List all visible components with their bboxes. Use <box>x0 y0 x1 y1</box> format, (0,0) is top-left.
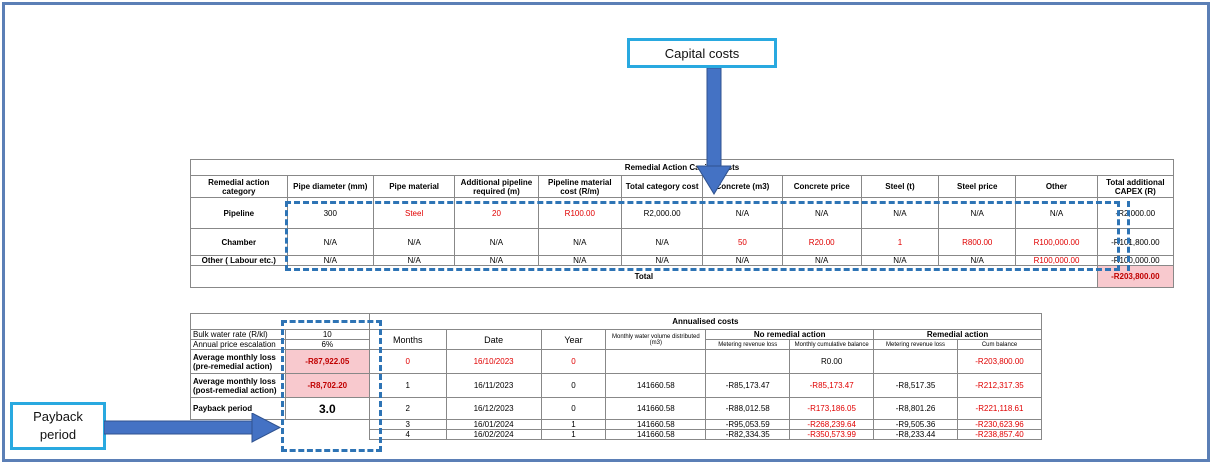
cell: 141660.58 <box>605 429 707 440</box>
payback-arrow <box>104 413 282 443</box>
cell: 16/12/2023 <box>445 397 542 420</box>
cell: -R8,801.26 <box>873 397 958 420</box>
cell: -R238,857.40 <box>957 429 1042 440</box>
cell: -R230,623.96 <box>957 419 1042 430</box>
cell <box>873 349 958 374</box>
cell: -R173,186.05 <box>789 397 875 420</box>
cell: -R268,239.64 <box>789 419 875 430</box>
cell: Other ( Labour etc.) <box>190 255 288 266</box>
col-header: Steel (t) <box>860 175 940 198</box>
col-header: Year <box>540 329 607 350</box>
cell: 16/02/2024 <box>445 429 542 440</box>
sub-header: Metering revenue loss <box>873 339 958 350</box>
cell: Pipeline <box>190 197 288 229</box>
sub-header: Monthly cumulative balance <box>789 339 875 350</box>
input-label: Annual price escalation <box>190 339 286 350</box>
sub-header: Cum balance <box>957 339 1042 350</box>
cell: 16/01/2024 <box>445 419 542 430</box>
cell: -R212,317.35 <box>957 373 1042 398</box>
group-header: Remedial action <box>873 329 1042 340</box>
cell <box>705 349 791 374</box>
cell: -R9,505.36 <box>873 419 958 430</box>
cell: -R350,573.99 <box>789 429 875 440</box>
cell: -R85,173.47 <box>789 373 875 398</box>
input-label: Bulk water rate (R/kl) <box>190 329 286 340</box>
cell: -R8,517.35 <box>873 373 958 398</box>
cell: 0 <box>540 349 607 374</box>
capital-costs-callout-text: Capital costs <box>664 45 740 61</box>
cell: 141660.58 <box>605 397 707 420</box>
cell: -R8,233.44 <box>873 429 958 440</box>
cell: 16/11/2023 <box>445 373 542 398</box>
col-header: Total category cost <box>620 175 704 198</box>
capital-costs-callout: Capital costs <box>627 38 777 68</box>
cell: 0 <box>540 397 607 420</box>
annual-highlight-box <box>281 320 382 452</box>
capex-highlight-box <box>285 201 1120 271</box>
col-header: Additional pipeline required (m) <box>454 175 539 198</box>
cell: R0.00 <box>789 349 875 374</box>
cell: 141660.58 <box>605 373 707 398</box>
col-header: Concrete price <box>781 175 862 198</box>
cell: -R85,173.47 <box>705 373 791 398</box>
cell: -R95,053.59 <box>705 419 791 430</box>
annual-title: Annualised costs <box>368 313 1043 330</box>
col-header: Other <box>1015 175 1098 198</box>
capital-arrow <box>697 68 731 195</box>
cell: -R221,118.61 <box>957 397 1042 420</box>
col-header: Monthly water volume distributed (m3) <box>605 329 707 350</box>
cell: -R203,800.00 <box>957 349 1042 374</box>
loss-pre-label: Average monthly loss (pre-remedial actio… <box>190 349 286 374</box>
cell: Chamber <box>190 228 288 256</box>
cell: 16/10/2023 <box>445 349 542 374</box>
cell: 0 <box>540 373 607 398</box>
payback-callout-text: Payback period <box>33 409 83 442</box>
capex-total-highlight-box <box>1127 201 1131 271</box>
payback-callout: Payback period <box>10 402 106 450</box>
capex-header-row: Remedial action category Pipe diameter (… <box>190 175 1175 198</box>
col-header: Total additional CAPEX (R) <box>1096 175 1175 198</box>
sub-header: Metering revenue loss <box>705 339 791 350</box>
col-header: Pipe diameter (mm) <box>286 175 374 198</box>
cell: 141660.58 <box>605 419 707 430</box>
cell <box>605 349 707 374</box>
capex-title: Remedial Action Capital costs <box>190 159 1174 176</box>
cell: -R88,012.58 <box>705 397 791 420</box>
col-header: Pipe material <box>372 175 456 198</box>
loss-post-label: Average monthly loss (post-remedial acti… <box>190 373 286 398</box>
cell: 1 <box>540 429 607 440</box>
col-header: Remedial action category <box>190 175 288 198</box>
group-header: No remedial action <box>705 329 875 340</box>
cell: 1 <box>540 419 607 430</box>
col-header: Pipeline material cost (R/m) <box>537 175 622 198</box>
col-header: Date <box>445 329 542 350</box>
col-header: Steel price <box>938 175 1017 198</box>
cell: -R82,334.35 <box>705 429 791 440</box>
